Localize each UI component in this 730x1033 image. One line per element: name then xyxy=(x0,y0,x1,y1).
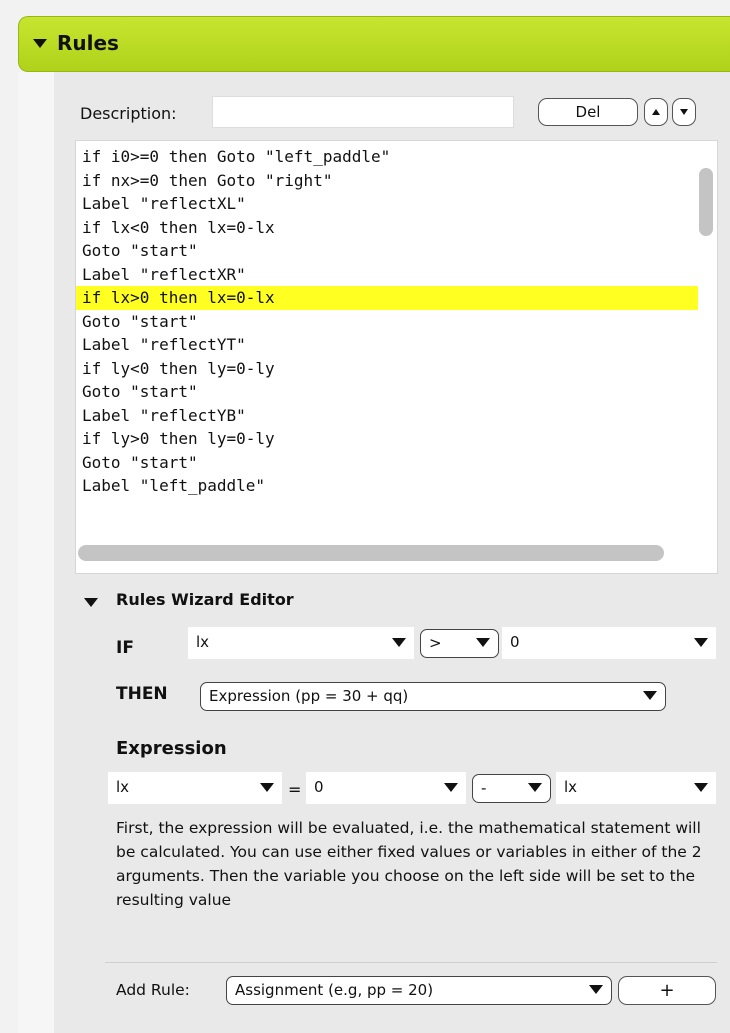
add-rule-type-value: Assignment (e.g, pp = 20) xyxy=(235,981,434,999)
wizard-title: Rules Wizard Editor xyxy=(116,590,294,609)
code-line[interactable]: Goto "start" xyxy=(76,380,698,404)
code-lines: if i0>=0 then Goto "left_paddle" if nx>=0… xyxy=(76,145,698,498)
chevron-down-icon xyxy=(444,783,458,792)
if-variable-value: lx xyxy=(196,633,210,651)
divider xyxy=(105,962,717,963)
code-line[interactable]: if lx>0 then lx=0-lx xyxy=(76,286,698,310)
expr-right-value: lx xyxy=(564,778,578,796)
code-line[interactable]: if nx>=0 then Goto "right" xyxy=(76,169,698,193)
panel-indent-strip xyxy=(18,72,54,1033)
code-line[interactable]: Label "left_paddle" xyxy=(76,474,698,498)
expression-help-text: First, the expression will be evaluated,… xyxy=(116,819,702,909)
add-rule-label: Add Rule: xyxy=(116,981,190,999)
if-label: IF xyxy=(116,638,134,658)
expr-operator-select[interactable]: - xyxy=(472,774,551,803)
if-value-value: 0 xyxy=(510,633,520,651)
code-line[interactable]: if i0>=0 then Goto "left_paddle" xyxy=(76,145,698,169)
arrow-down-icon xyxy=(680,109,688,115)
code-line[interactable]: Label "reflectYB" xyxy=(76,404,698,428)
code-line[interactable]: Goto "start" xyxy=(76,451,698,475)
chevron-down-icon xyxy=(589,985,603,994)
arrow-up-icon xyxy=(652,109,660,115)
wizard-collapse-triangle-icon[interactable] xyxy=(84,598,98,607)
expr-right-select[interactable]: lx xyxy=(556,772,716,804)
add-rule-button[interactable]: + xyxy=(618,976,716,1005)
horizontal-scrollbar[interactable] xyxy=(78,545,664,561)
code-line[interactable]: Label "reflectXL" xyxy=(76,192,698,216)
add-rule-type-select[interactable]: Assignment (e.g, pp = 20) xyxy=(226,976,612,1005)
chevron-down-icon xyxy=(694,783,708,792)
chevron-down-icon xyxy=(694,638,708,647)
description-label: Description: xyxy=(80,104,177,123)
chevron-down-icon xyxy=(260,783,274,792)
expr-left-value: 0 xyxy=(314,778,324,796)
then-action-value: Expression (pp = 30 + qq) xyxy=(209,687,409,705)
chevron-down-icon xyxy=(643,691,657,700)
code-line[interactable]: Label "reflectYT" xyxy=(76,333,698,357)
vertical-scrollbar[interactable] xyxy=(699,168,713,236)
description-input[interactable] xyxy=(212,96,514,128)
rules-section-header[interactable]: Rules xyxy=(18,16,730,72)
move-down-button[interactable] xyxy=(672,98,696,126)
rules-code-editor[interactable]: if i0>=0 then Goto "left_paddle" if nx>=0… xyxy=(75,140,718,574)
move-up-button[interactable] xyxy=(644,98,668,126)
chevron-down-icon xyxy=(392,638,406,647)
expr-operator-value: - xyxy=(481,779,487,797)
delete-button[interactable]: Del xyxy=(538,98,638,126)
expression-label: Expression xyxy=(116,738,227,759)
code-line[interactable]: Label "reflectXR" xyxy=(76,263,698,287)
chevron-down-icon xyxy=(476,638,490,647)
expr-target-value: lx xyxy=(116,778,130,796)
code-line[interactable]: Goto "start" xyxy=(76,239,698,263)
then-label: THEN xyxy=(116,684,168,704)
code-line[interactable]: Goto "start" xyxy=(76,310,698,334)
chevron-down-icon xyxy=(528,783,542,792)
if-operator-value: > xyxy=(429,634,442,652)
rules-title: Rules xyxy=(57,31,119,55)
code-line[interactable]: if ly<0 then ly=0-ly xyxy=(76,357,698,381)
collapse-triangle-icon[interactable] xyxy=(33,39,47,48)
if-operator-select[interactable]: > xyxy=(420,629,499,658)
if-variable-select[interactable]: lx xyxy=(188,627,414,659)
if-value-select[interactable]: 0 xyxy=(502,627,716,659)
equals-sign: = xyxy=(288,780,302,799)
then-action-select[interactable]: Expression (pp = 30 + qq) xyxy=(200,682,666,711)
expr-left-select[interactable]: 0 xyxy=(306,772,466,804)
code-line[interactable]: if ly>0 then ly=0-ly xyxy=(76,427,698,451)
code-line[interactable]: if lx<0 then lx=0-lx xyxy=(76,216,698,240)
expr-target-select[interactable]: lx xyxy=(108,772,282,804)
